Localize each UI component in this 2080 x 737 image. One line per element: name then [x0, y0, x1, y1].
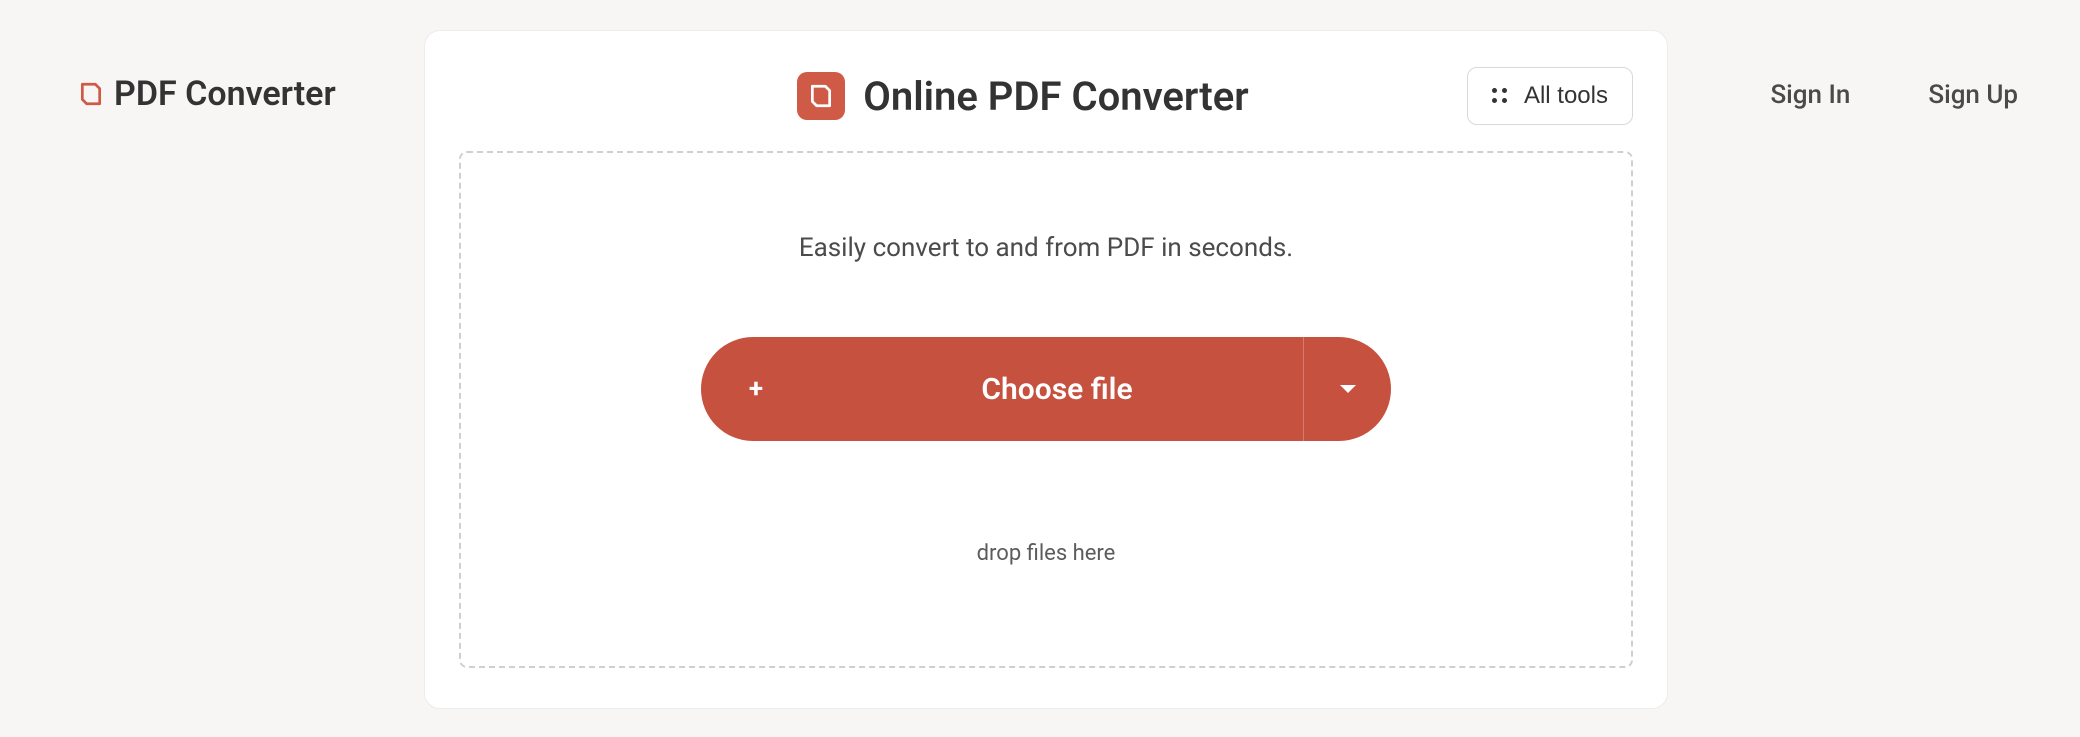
- plus-icon: +: [749, 374, 763, 404]
- brand-icon: [78, 81, 104, 107]
- page-title: Online PDF Converter: [863, 73, 1248, 120]
- grid-dots-icon: [1492, 88, 1508, 104]
- sign-in-link[interactable]: Sign In: [1770, 80, 1850, 110]
- chevron-down-icon: [1340, 385, 1356, 393]
- file-dropzone[interactable]: Easily convert to and from PDF in second…: [459, 151, 1633, 668]
- add-file-button[interactable]: +: [701, 337, 811, 441]
- header-auth-links: Sign In Sign Up: [1770, 80, 2018, 110]
- dropzone-description: Easily convert to and from PDF in second…: [799, 233, 1293, 263]
- brand-name: PDF Converter: [114, 74, 336, 114]
- choose-file-button-group: + Choose file: [701, 337, 1391, 441]
- converter-card: Online PDF Converter All tools Easily co…: [424, 30, 1668, 709]
- drop-files-hint: drop files here: [977, 541, 1116, 566]
- brand-logo-link[interactable]: PDF Converter: [78, 74, 336, 114]
- choose-file-dropdown-button[interactable]: [1303, 337, 1391, 441]
- sign-up-link[interactable]: Sign Up: [1928, 80, 2018, 110]
- app-icon: [797, 72, 845, 120]
- choose-file-button[interactable]: Choose file: [811, 337, 1303, 441]
- card-title-wrap: Online PDF Converter: [677, 72, 1248, 120]
- choose-file-label: Choose file: [981, 372, 1132, 407]
- card-header: Online PDF Converter All tools: [459, 67, 1633, 125]
- all-tools-button[interactable]: All tools: [1467, 67, 1633, 125]
- all-tools-label: All tools: [1524, 82, 1608, 110]
